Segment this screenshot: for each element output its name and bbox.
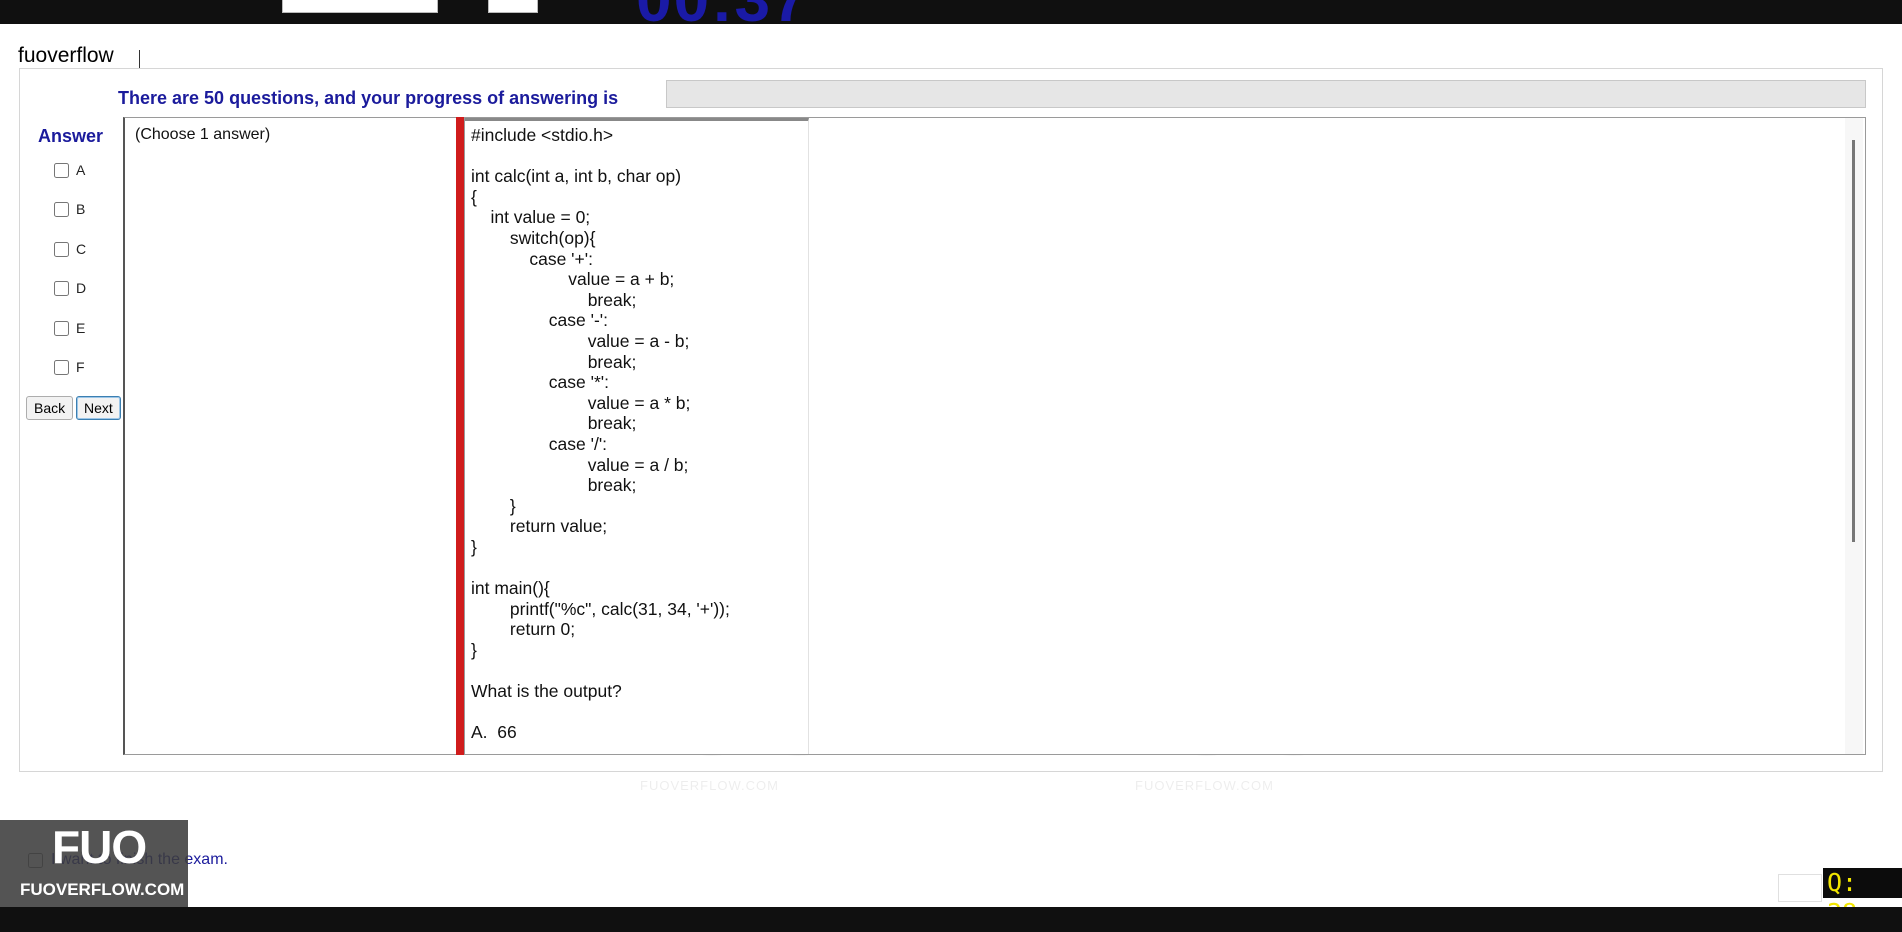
option-label: E <box>76 320 86 336</box>
option-label: C <box>76 241 87 257</box>
progress-bar <box>666 80 1866 108</box>
scrollbar-thumb[interactable] <box>1852 140 1855 542</box>
choose-hint: (Choose 1 answer) <box>135 126 271 143</box>
option-label: A <box>76 162 86 178</box>
logo-text: FUOVERFLOW.COM <box>20 880 185 899</box>
site-logo: FUO FUOVERFLOW.COM <box>0 820 188 907</box>
back-button[interactable]: Back <box>26 396 74 420</box>
option-e[interactable]: E <box>54 318 85 338</box>
option-a[interactable]: A <box>54 160 85 180</box>
submit-box[interactable] <box>1778 874 1822 902</box>
next-button[interactable]: Next <box>76 396 121 420</box>
exam-timer: 00:37 <box>636 0 810 24</box>
watermark-caption: FUOVERFLOW.COM <box>1135 778 1274 793</box>
question-number-badge: Q: 28 <box>1823 868 1902 927</box>
option-f-checkbox[interactable] <box>54 359 69 375</box>
option-b-checkbox[interactable] <box>54 201 69 217</box>
option-label: F <box>76 359 85 375</box>
progress-label: There are 50 questions, and your progres… <box>118 88 619 108</box>
answer-title: Answer <box>38 126 104 146</box>
option-f[interactable]: F <box>54 357 85 377</box>
top-control-left <box>282 0 438 13</box>
answer-hint-panel: (Choose 1 answer) <box>123 117 458 755</box>
option-c-checkbox[interactable] <box>54 241 69 257</box>
option-d-checkbox[interactable] <box>54 280 69 296</box>
option-label: D <box>76 280 87 296</box>
option-d[interactable]: D <box>54 278 86 298</box>
username: fuoverflow <box>18 44 114 67</box>
option-c[interactable]: C <box>54 239 86 259</box>
top-black-bar: 00:37 <box>0 0 1902 24</box>
question-pane: #include <stdio.h> int calc(int a, int b… <box>464 117 1866 755</box>
watermark-caption: FUOVERFLOW.COM <box>640 778 779 793</box>
top-control-right <box>488 0 538 13</box>
option-e-checkbox[interactable] <box>54 320 69 336</box>
option-label: B <box>76 201 86 217</box>
option-a-checkbox[interactable] <box>54 162 69 178</box>
bottom-black-bar <box>0 907 1902 932</box>
logo-mark: FUO <box>52 821 147 873</box>
question-content: #include <stdio.h> int calc(int a, int b… <box>465 118 809 754</box>
question-text: #include <stdio.h> int calc(int a, int b… <box>471 125 730 743</box>
option-b[interactable]: B <box>54 199 85 219</box>
text-caret <box>139 50 140 68</box>
